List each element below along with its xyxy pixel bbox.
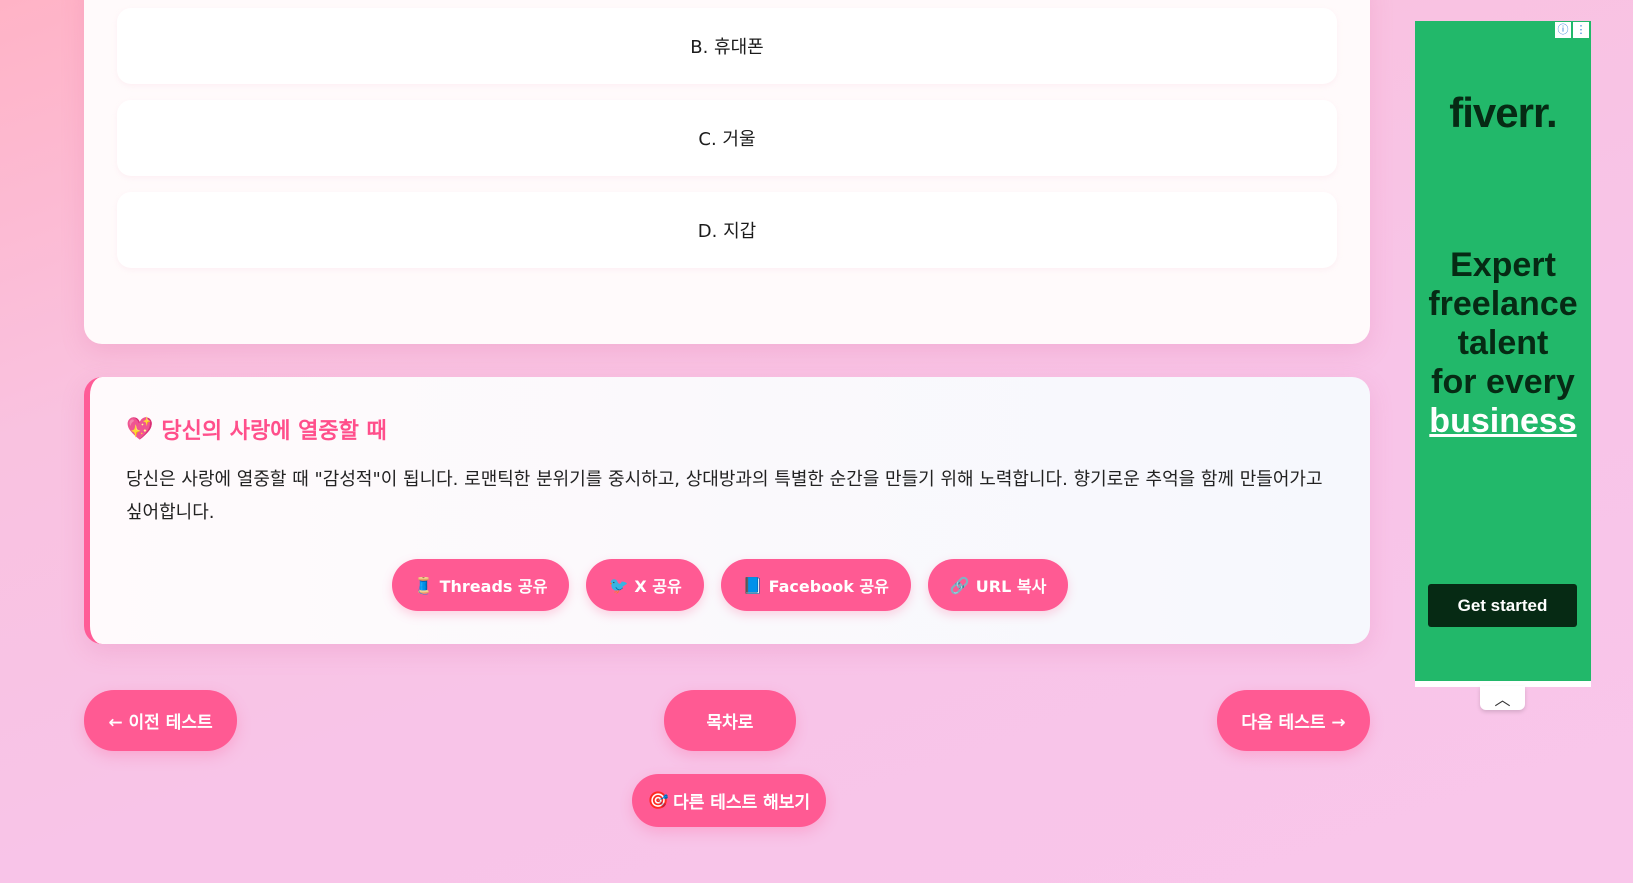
ad-headline: Expert freelance talent for every busine… bbox=[1415, 246, 1591, 441]
ad-headline-emphasis: business bbox=[1429, 402, 1577, 440]
ad-headline-line: Expert bbox=[1450, 246, 1556, 284]
result-card: 💖 당신의 사랑에 열중할 때 당신은 사랑에 열중할 때 "감성적"이 됩니다… bbox=[84, 377, 1370, 644]
option-b-button[interactable]: B. 휴대폰 bbox=[117, 8, 1337, 84]
ad-get-started-button[interactable]: Get started bbox=[1428, 584, 1577, 627]
x-share-label: X 공유 bbox=[634, 577, 682, 596]
ad-info-badges: ⓘ ⋮ bbox=[1555, 22, 1589, 38]
option-d-button[interactable]: D. 지갑 bbox=[117, 192, 1337, 268]
toc-button[interactable]: 목차로 bbox=[664, 690, 796, 751]
ad-collapse-button[interactable]: ︿ bbox=[1480, 686, 1525, 710]
option-c-button[interactable]: C. 거울 bbox=[117, 100, 1337, 176]
other-test-label: 다른 테스트 해보기 bbox=[673, 793, 811, 813]
heart-icon: 💖 bbox=[126, 416, 154, 442]
result-description: 당신은 사랑에 열중할 때 "감성적"이 됩니다. 로맨틱한 분위기를 중시하고… bbox=[126, 469, 1323, 523]
ad-headline-line: for every bbox=[1431, 363, 1575, 401]
ad-headline-line: talent bbox=[1457, 324, 1549, 362]
share-buttons: 🧵 Threads 공유 🐦 X 공유 📘 Facebook 공유 🔗 URL … bbox=[90, 559, 1370, 611]
quiz-options-card: B. 휴대폰 C. 거울 D. 지갑 bbox=[84, 0, 1370, 344]
ad-info-icon[interactable]: ⓘ bbox=[1555, 22, 1571, 38]
fiverr-ad[interactable]: ⓘ ⋮ fiverr. Expert freelance talent for … bbox=[1415, 21, 1591, 685]
result-title-text: 당신의 사랑에 열중할 때 bbox=[161, 419, 387, 444]
chevron-up-icon: ︿ bbox=[1494, 690, 1511, 709]
result-title: 💖 당신의 사랑에 열중할 때 bbox=[126, 413, 387, 445]
ad-headline-line: freelance bbox=[1428, 285, 1578, 323]
x-share-button[interactable]: 🐦 X 공유 bbox=[586, 559, 704, 611]
facebook-share-label: Facebook 공유 bbox=[768, 577, 889, 596]
threads-share-button[interactable]: 🧵 Threads 공유 bbox=[391, 559, 570, 611]
link-icon: 🔗 bbox=[949, 575, 970, 595]
target-icon: 🎯 bbox=[647, 790, 670, 811]
url-copy-button[interactable]: 🔗 URL 복사 bbox=[927, 559, 1069, 611]
other-test-button[interactable]: 🎯 다른 테스트 해보기 bbox=[632, 774, 826, 827]
thread-spool-icon: 🧵 bbox=[413, 575, 434, 595]
ad-menu-icon[interactable]: ⋮ bbox=[1573, 22, 1589, 38]
blue-book-icon: 📘 bbox=[742, 575, 763, 595]
prev-test-button[interactable]: ← 이전 테스트 bbox=[84, 690, 237, 751]
facebook-share-button[interactable]: 📘 Facebook 공유 bbox=[720, 559, 911, 611]
bird-icon: 🐦 bbox=[608, 575, 629, 595]
url-copy-label: URL 복사 bbox=[975, 577, 1047, 596]
threads-share-label: Threads 공유 bbox=[439, 577, 548, 596]
next-test-button[interactable]: 다음 테스트 → bbox=[1217, 690, 1370, 751]
fiverr-logo: fiverr. bbox=[1449, 89, 1557, 136]
